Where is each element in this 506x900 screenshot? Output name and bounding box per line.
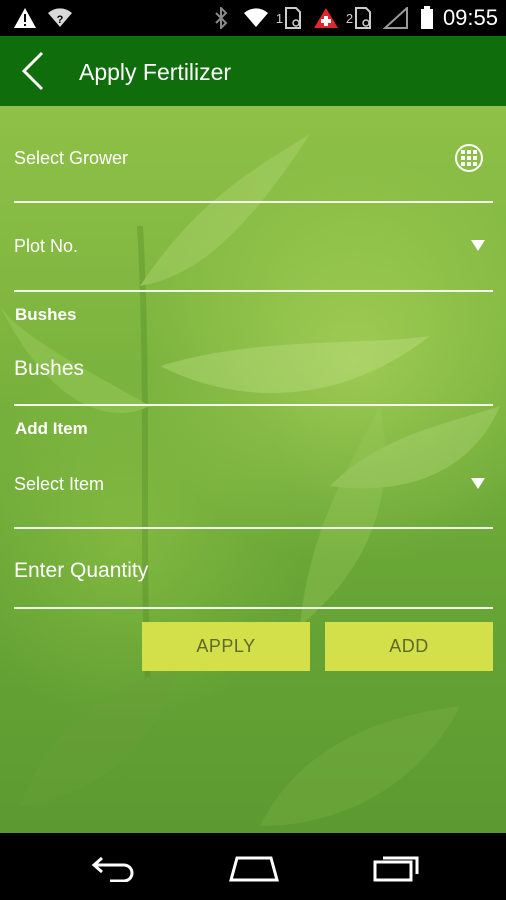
add-item-label: Add Item <box>15 419 88 438</box>
add-button[interactable]: ADD <box>325 622 493 671</box>
item-placeholder: Select Item <box>14 474 105 494</box>
plot-dropdown[interactable]: Plot No. <box>14 203 493 292</box>
home-nav-icon[interactable] <box>224 847 284 887</box>
status-bar: ? 1 2 09:55 <box>0 0 506 36</box>
chevron-left-icon <box>21 51 44 91</box>
quantity-input[interactable]: Enter Quantity <box>14 529 493 609</box>
apply-button[interactable]: APPLY <box>142 622 310 671</box>
sim1-icon: 1 <box>272 6 306 30</box>
warning-icon <box>12 6 38 30</box>
recents-nav-icon[interactable] <box>366 847 426 887</box>
bushes-label: Bushes <box>15 305 77 324</box>
item-dropdown[interactable]: Select Item <box>14 446 493 529</box>
page-title: Apply Fertilizer <box>79 59 232 85</box>
bushes-placeholder: Bushes <box>14 357 85 380</box>
chevron-down-icon <box>471 478 485 489</box>
quantity-placeholder: Enter Quantity <box>14 559 149 582</box>
back-button[interactable] <box>14 50 54 92</box>
sim2-icon: 2 <box>342 6 376 30</box>
status-time: 09:55 <box>442 5 498 30</box>
svg-text:?: ? <box>57 14 64 26</box>
wifi-icon <box>242 6 270 30</box>
sim2-number: 2 <box>345 10 354 26</box>
signal-icon <box>382 6 410 30</box>
grid-icon[interactable] <box>455 144 483 172</box>
system-nav-bar <box>0 833 506 900</box>
chevron-down-icon <box>471 240 485 251</box>
bluetooth-icon <box>212 6 230 30</box>
form-container: Select Grower Plot No. Bushes Bushes Add… <box>0 106 506 833</box>
swiss-flag-icon <box>312 6 340 30</box>
bushes-input[interactable]: Bushes <box>14 334 493 406</box>
grower-placeholder: Select Grower <box>14 148 129 168</box>
wifi-question-icon: ? <box>46 6 74 30</box>
battery-icon <box>418 6 436 30</box>
grower-field[interactable]: Select Grower <box>14 106 493 203</box>
plot-placeholder: Plot No. <box>14 236 79 256</box>
sim1-number: 1 <box>275 10 284 26</box>
app-bar: Apply Fertilizer <box>0 36 506 106</box>
back-nav-icon[interactable] <box>83 847 143 887</box>
